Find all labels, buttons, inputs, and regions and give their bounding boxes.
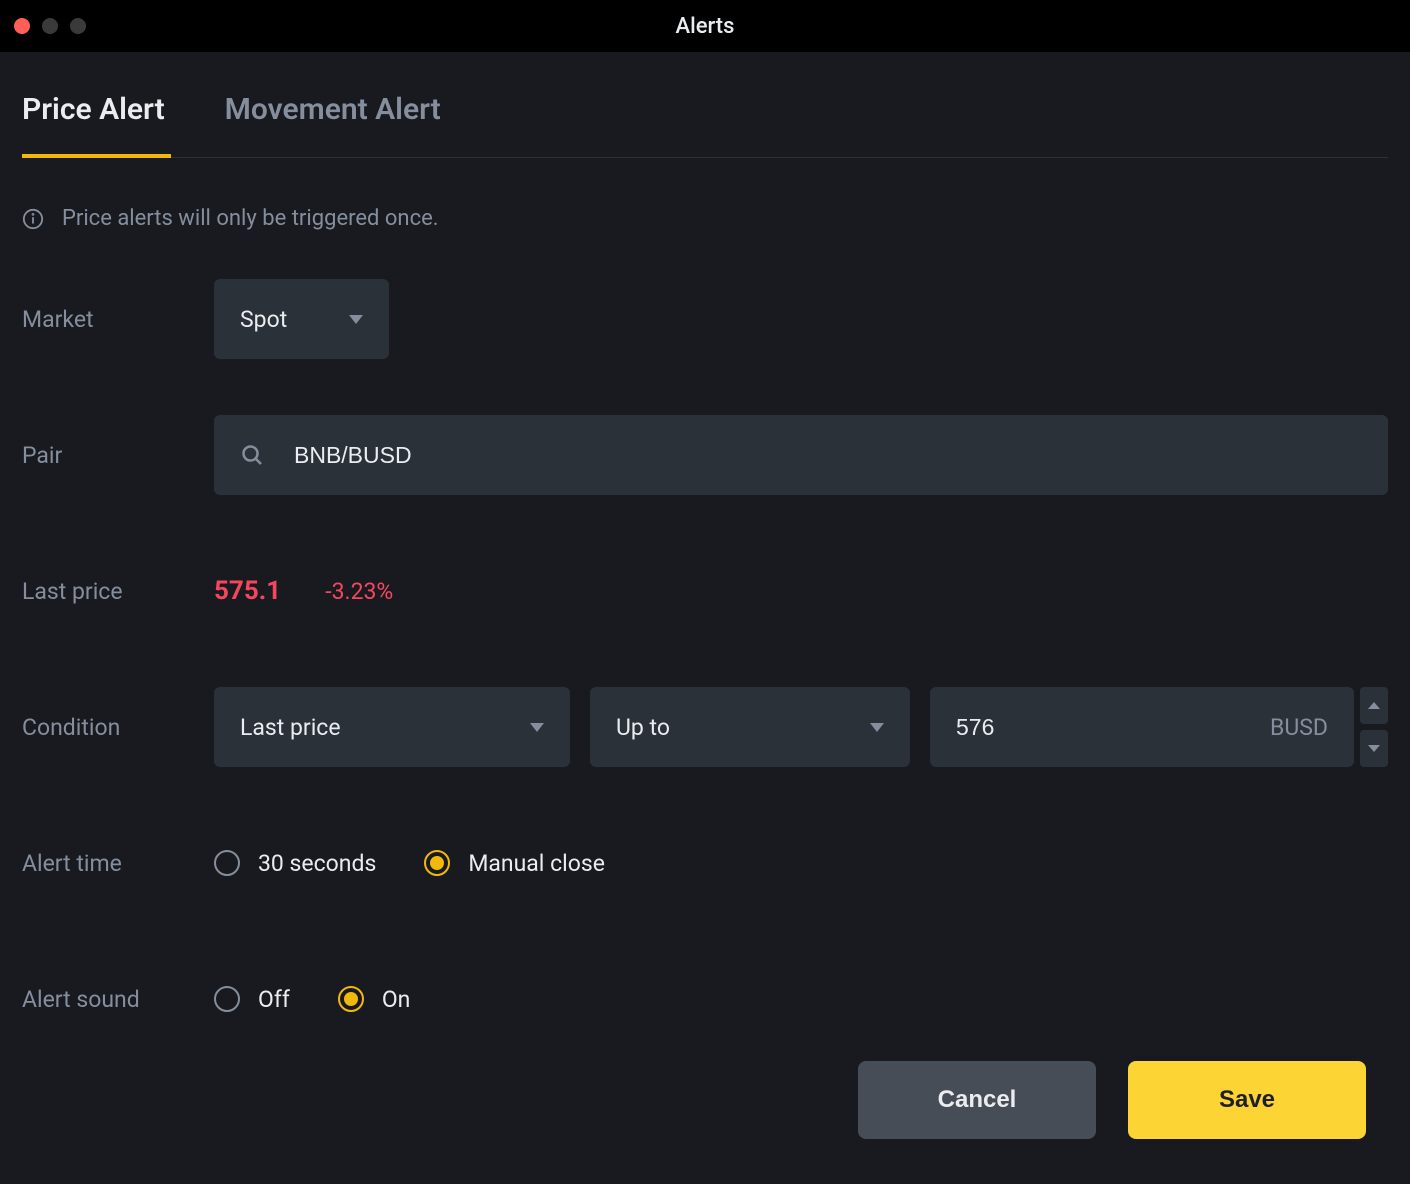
caret-down-icon bbox=[1368, 745, 1380, 752]
traffic-lights bbox=[0, 18, 86, 34]
chevron-down-icon bbox=[349, 315, 363, 324]
tab-movement-alert[interactable]: Movement Alert bbox=[225, 92, 441, 157]
alert-sound-on[interactable]: On bbox=[338, 986, 411, 1013]
alert-form: Market Spot Pair bbox=[22, 279, 1388, 1012]
alert-time-manual-label: Manual close bbox=[468, 850, 605, 877]
alert-time-radio-group: 30 seconds Manual close bbox=[214, 850, 605, 877]
window-title: Alerts bbox=[0, 14, 1410, 39]
window-close-button[interactable] bbox=[14, 18, 30, 34]
last-price-change: -3.23% bbox=[325, 578, 393, 605]
row-last-price: Last price 575.1 -3.23% bbox=[22, 551, 1388, 631]
alert-time-30s[interactable]: 30 seconds bbox=[214, 850, 376, 877]
window-minimize-button[interactable] bbox=[42, 18, 58, 34]
row-alert-sound: Alert sound Off On bbox=[22, 959, 1388, 1012]
info-text: Price alerts will only be triggered once… bbox=[62, 206, 439, 231]
footer: Cancel Save bbox=[0, 1016, 1410, 1184]
tab-price-alert[interactable]: Price Alert bbox=[22, 92, 165, 157]
market-label: Market bbox=[22, 306, 214, 333]
row-market: Market Spot bbox=[22, 279, 1388, 359]
spinner-up-button[interactable] bbox=[1360, 687, 1388, 724]
save-button[interactable]: Save bbox=[1128, 1061, 1366, 1139]
search-icon bbox=[240, 443, 264, 467]
pair-search[interactable] bbox=[214, 415, 1388, 495]
titlebar: Alerts bbox=[0, 0, 1410, 52]
condition-label: Condition bbox=[22, 714, 214, 741]
alert-sound-off[interactable]: Off bbox=[214, 986, 290, 1013]
cancel-button[interactable]: Cancel bbox=[858, 1061, 1096, 1139]
radio-icon bbox=[214, 986, 240, 1012]
caret-up-icon bbox=[1368, 702, 1380, 709]
row-condition: Condition Last price Up to BUSD bbox=[22, 687, 1388, 767]
condition-unit: BUSD bbox=[1270, 714, 1328, 741]
alert-sound-off-label: Off bbox=[258, 986, 290, 1013]
condition-direction-select[interactable]: Up to bbox=[590, 687, 910, 767]
chevron-down-icon bbox=[530, 723, 544, 732]
pair-label: Pair bbox=[22, 442, 214, 469]
condition-metric-value: Last price bbox=[240, 714, 341, 741]
radio-icon bbox=[214, 850, 240, 876]
info-icon bbox=[22, 208, 44, 230]
main-panel: Price Alert Movement Alert Price alerts … bbox=[0, 52, 1410, 1184]
last-price-label: Last price bbox=[22, 578, 214, 605]
radio-icon bbox=[424, 850, 450, 876]
condition-direction-value: Up to bbox=[616, 714, 670, 741]
chevron-down-icon bbox=[870, 723, 884, 732]
condition-value-wrap: BUSD bbox=[930, 687, 1388, 767]
alert-sound-radio-group: Off On bbox=[214, 986, 410, 1013]
window-maximize-button[interactable] bbox=[70, 18, 86, 34]
alert-time-30s-label: 30 seconds bbox=[258, 850, 376, 877]
spinner-down-button[interactable] bbox=[1360, 730, 1388, 767]
row-alert-time: Alert time 30 seconds Manual close bbox=[22, 823, 1388, 903]
radio-icon bbox=[338, 986, 364, 1012]
value-spinner bbox=[1360, 687, 1388, 767]
last-price-value: 575.1 bbox=[214, 576, 281, 606]
condition-value-field[interactable]: BUSD bbox=[930, 687, 1354, 767]
condition-metric-select[interactable]: Last price bbox=[214, 687, 570, 767]
scroll-area: Price Alert Movement Alert Price alerts … bbox=[0, 52, 1410, 1012]
market-select[interactable]: Spot bbox=[214, 279, 389, 359]
info-banner: Price alerts will only be triggered once… bbox=[22, 206, 1388, 231]
market-select-value: Spot bbox=[240, 306, 287, 333]
condition-value-input[interactable] bbox=[956, 714, 1270, 741]
row-pair: Pair bbox=[22, 415, 1388, 495]
alert-sound-label: Alert sound bbox=[22, 986, 214, 1013]
tabs: Price Alert Movement Alert bbox=[22, 92, 1388, 158]
alert-sound-on-label: On bbox=[382, 986, 411, 1013]
pair-input[interactable] bbox=[294, 442, 1362, 469]
alert-time-manual[interactable]: Manual close bbox=[424, 850, 605, 877]
alert-time-label: Alert time bbox=[22, 850, 214, 877]
